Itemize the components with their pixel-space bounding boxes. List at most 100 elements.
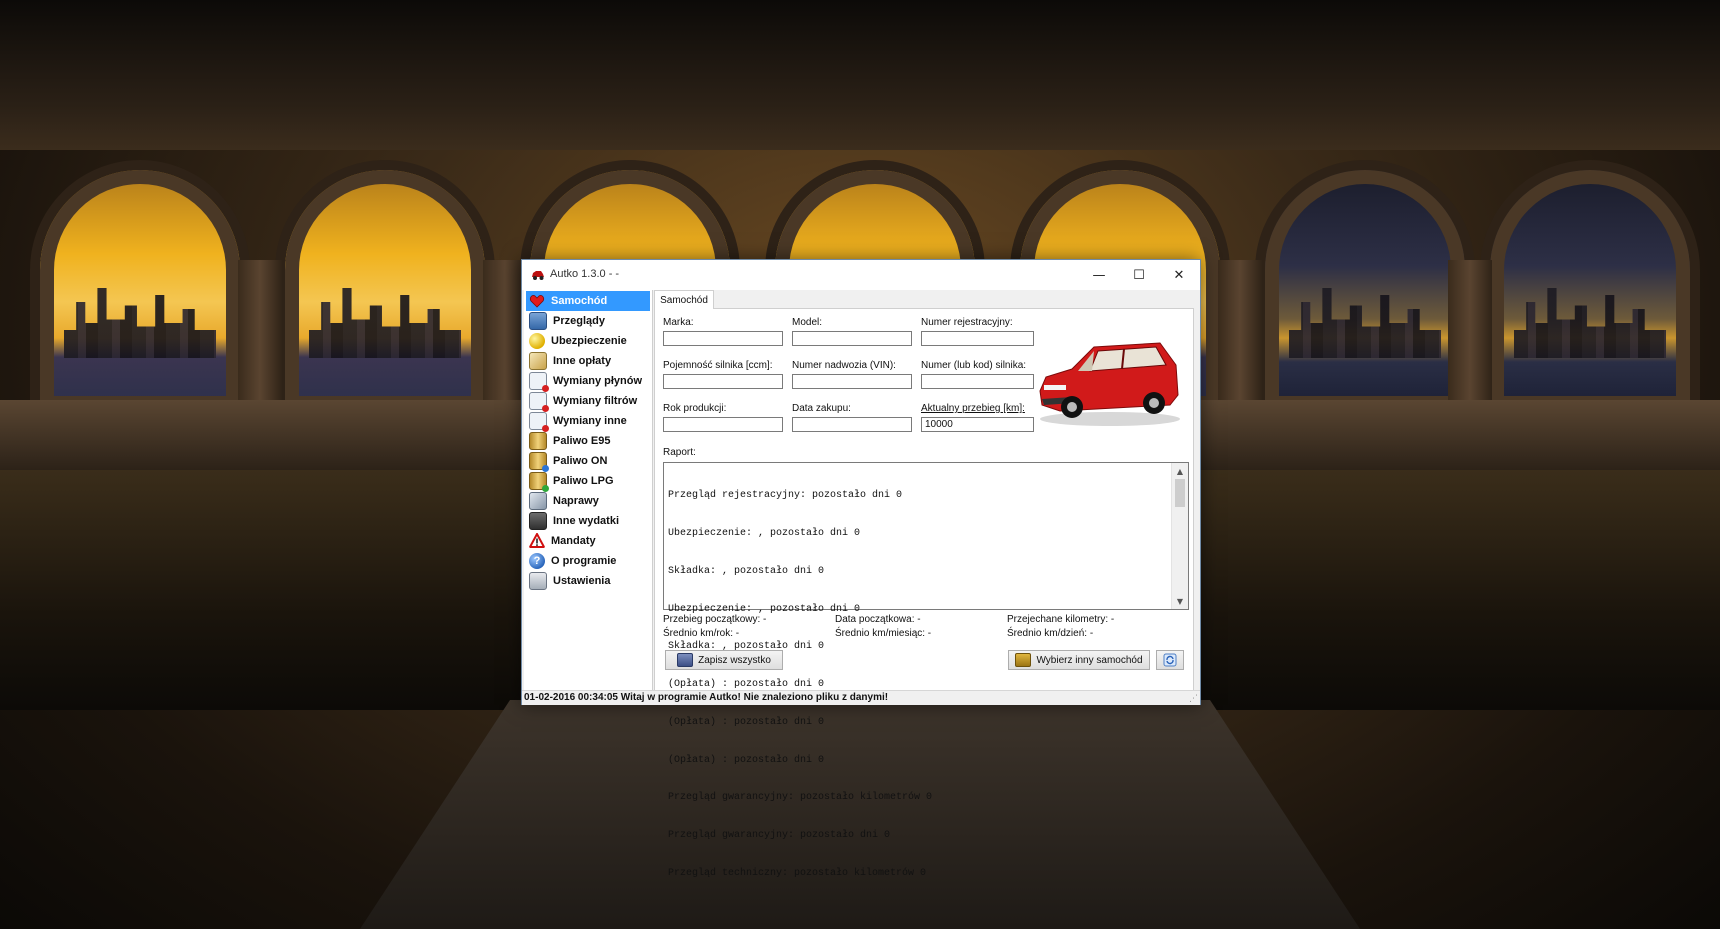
sidebar-item-paliwo-on[interactable]: Paliwo ON: [526, 451, 650, 472]
status-message: 01-02-2016 00:34:05 Witaj w programie Au…: [524, 692, 889, 703]
sidebar-item-label: Paliwo LPG: [553, 475, 614, 487]
marka-field[interactable]: [663, 331, 783, 346]
sidebar-item-wymiany-filtrow[interactable]: Wymiany filtrów: [526, 391, 650, 412]
close-button[interactable]: ✕: [1159, 260, 1199, 290]
scroll-down-icon[interactable]: ▼: [1172, 594, 1188, 608]
save-all-label: Zapisz wszystko: [698, 654, 771, 666]
save-icon: [677, 653, 694, 667]
sidebar-item-label: Samochód: [551, 295, 608, 307]
sidebar-item-label: Ustawienia: [553, 575, 611, 587]
window-title: Autko 1.3.0 - -: [550, 268, 620, 280]
car-image: [1039, 342, 1180, 426]
sidebar-item-wymiany-plynow[interactable]: Wymiany płynów: [526, 371, 650, 392]
sidebar-item-label: Wymiany inne: [553, 415, 627, 427]
pojemnosc-silnika-label: Pojemność silnika [ccm]:: [663, 360, 773, 371]
sidebar-item-inne-oplaty[interactable]: Inne opłaty: [526, 351, 650, 371]
fuel-can-icon: [529, 472, 549, 492]
pencil-icon: [529, 352, 547, 370]
report-line: Przegląd rejestracyjny: pozostało dni 0: [668, 490, 903, 502]
calculator-icon: [529, 512, 547, 530]
report-line: Składka: , pozostało dni 0: [668, 565, 825, 577]
choose-car-label: Wybierz inny samochód: [1036, 654, 1143, 666]
title-bar[interactable]: Autko 1.3.0 - - — ☐ ✕: [522, 260, 1200, 290]
autko-window: Autko 1.3.0 - - — ☐ ✕ Samochód Przeglądy…: [521, 259, 1201, 879]
car-details-panel: Marka: Model: Numer rejestracyjny: Pojem…: [654, 308, 1194, 879]
sidebar-item-paliwo-lpg[interactable]: Paliwo LPG: [526, 471, 650, 492]
tools-icon: [529, 492, 547, 510]
refresh-icon: [1163, 653, 1177, 667]
srednio-km-miesiac-text: Średnio km/miesiąc: -: [835, 628, 932, 639]
sidebar-item-label: Inne opłaty: [553, 355, 612, 367]
report-line: Przegląd techniczny: pozostało kilometró…: [668, 868, 927, 879]
wallpaper-arch: [1265, 170, 1465, 410]
app-car-icon: [532, 271, 544, 280]
sidebar-item-label: Wymiany płynów: [553, 375, 643, 387]
ball-icon: [529, 333, 545, 349]
numer-silnika-label: Numer (lub kod) silnika:: [921, 360, 1027, 371]
wallpaper-arch: [1490, 170, 1690, 410]
rok-produkcji-field[interactable]: [663, 417, 783, 432]
sidebar-item-label: Inne wydatki: [553, 515, 620, 527]
aktualny-przebieg-field[interactable]: 10000: [921, 417, 1034, 432]
pojemnosc-silnika-field[interactable]: [663, 374, 783, 389]
chart-icon: [529, 312, 547, 330]
sidebar-item-mandaty[interactable]: Mandaty: [526, 531, 650, 551]
report-content: Przegląd rejestracyjny: pozostało dni 0 …: [668, 465, 1164, 906]
sidebar-item-ubezpieczenie[interactable]: Ubezpieczenie: [526, 331, 650, 351]
data-poczatkowa-text: Data początkowa: -: [835, 614, 921, 625]
heart-icon: [529, 295, 545, 308]
fuel-can-icon: [529, 452, 549, 472]
numer-rejestracyjny-field[interactable]: [921, 331, 1034, 346]
sidebar-item-label: Wymiany filtrów: [553, 395, 638, 407]
numer-rejestracyjny-label: Numer rejestracyjny:: [921, 317, 1013, 328]
maximize-button[interactable]: ☐: [1119, 260, 1159, 290]
report-line: (Opłata) : pozostało dni 0: [668, 716, 825, 728]
minimize-icon: —: [1092, 267, 1106, 283]
report-line: Przegląd gwarancyjny: pozostało kilometr…: [668, 792, 933, 804]
sidebar-item-naprawy[interactable]: Naprawy: [526, 491, 650, 511]
report-scrollbar[interactable]: ▲ ▼: [1171, 463, 1188, 609]
sidebar-item-label: Ubezpieczenie: [551, 335, 627, 347]
calendar-icon: [529, 372, 549, 392]
rok-produkcji-label: Rok produkcji:: [663, 403, 727, 414]
fuel-can-icon: [529, 432, 547, 450]
calendar-icon: [529, 392, 549, 412]
model-field[interactable]: [792, 331, 912, 346]
minimize-button[interactable]: —: [1079, 260, 1119, 290]
sidebar-item-label: Paliwo ON: [553, 455, 608, 467]
refresh-button[interactable]: [1156, 650, 1184, 670]
przebieg-poczatkowy-text: Przebieg początkowy: -: [663, 614, 767, 625]
choose-car-button[interactable]: Wybierz inny samochód: [1008, 650, 1150, 670]
przejechane-kilometry-text: Przejechane kilometry: -: [1007, 614, 1115, 625]
aktualny-przebieg-label: Aktualny przebieg [km]:: [921, 403, 1025, 414]
data-zakupu-field[interactable]: [792, 417, 912, 432]
report-line: Przegląd gwarancyjny: pozostało dni 0: [668, 830, 891, 842]
resize-grip-icon[interactable]: ⋰: [1189, 694, 1198, 704]
sidebar-item-ustawienia[interactable]: Ustawienia: [526, 571, 650, 591]
sidebar-item-paliwo-e95[interactable]: Paliwo E95: [526, 431, 650, 451]
sidebar-item-label: Przeglądy: [553, 315, 605, 327]
scroll-thumb[interactable]: [1175, 479, 1185, 507]
vin-label: Numer nadwozia (VIN):: [792, 360, 896, 371]
close-icon: ✕: [1173, 267, 1185, 283]
sidebar-item-przeglady[interactable]: Przeglądy: [526, 311, 650, 331]
scroll-up-icon[interactable]: ▲: [1172, 464, 1188, 478]
save-all-button[interactable]: Zapisz wszystko: [665, 650, 783, 670]
raport-label: Raport:: [663, 447, 696, 458]
numer-silnika-field[interactable]: [921, 374, 1034, 389]
help-icon: ?: [529, 553, 545, 569]
calendar-icon: [529, 412, 549, 432]
maximize-icon: ☐: [1133, 267, 1145, 283]
vin-field[interactable]: [792, 374, 912, 389]
settings-icon: [529, 572, 547, 590]
report-textarea[interactable]: Przegląd rejestracyjny: pozostało dni 0 …: [663, 462, 1189, 879]
sidebar-item-o-programie[interactable]: ? O programie: [526, 551, 650, 571]
srednio-km-dzien-text: Średnio km/dzień: -: [1007, 628, 1094, 639]
sidebar: Samochód Przeglądy Ubezpieczenie Inne op…: [524, 290, 653, 690]
sidebar-item-inne-wydatki[interactable]: Inne wydatki: [526, 511, 650, 531]
sidebar-item-samochod[interactable]: Samochód: [526, 291, 650, 311]
sidebar-item-wymiany-inne[interactable]: Wymiany inne: [526, 411, 650, 432]
sidebar-item-label: Paliwo E95: [553, 435, 611, 447]
sidebar-item-label: O programie: [551, 555, 617, 567]
tab-samochod[interactable]: Samochód: [654, 290, 714, 309]
